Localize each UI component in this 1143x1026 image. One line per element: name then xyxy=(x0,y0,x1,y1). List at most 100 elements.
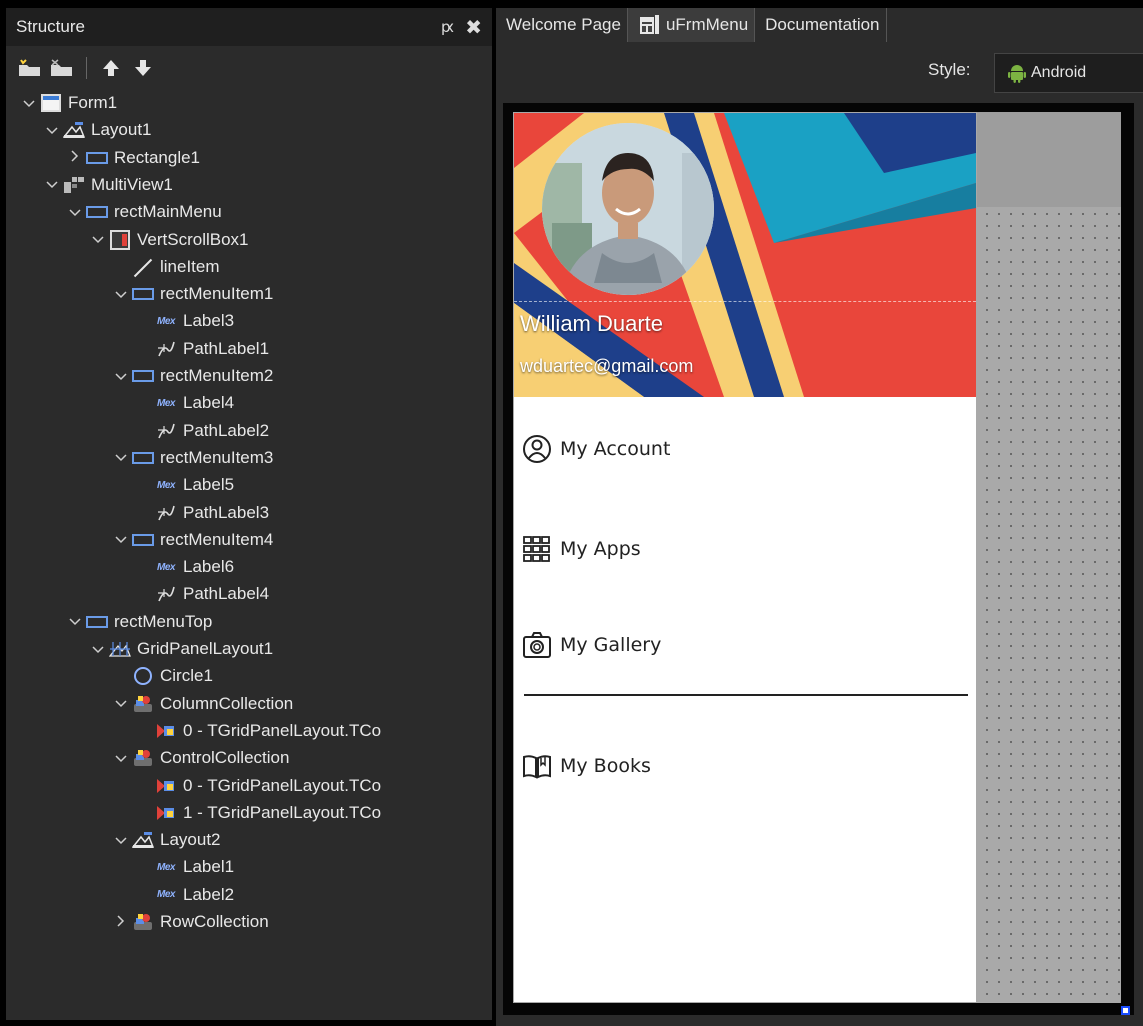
chevron-right-icon[interactable] xyxy=(68,150,82,165)
chevron-down-icon[interactable] xyxy=(45,177,59,192)
tree-node-label: rectMenuTop xyxy=(114,611,213,631)
tree-node-controlcollection[interactable]: ControlCollection xyxy=(114,745,289,771)
vertscrollbox-icon xyxy=(109,229,131,250)
chevron-down-icon[interactable] xyxy=(114,369,128,384)
tree-node-label: rectMenuItem3 xyxy=(160,447,274,467)
tree-node-columncollection[interactable]: ColumnCollection xyxy=(114,691,293,717)
chevron-down-icon[interactable] xyxy=(91,232,105,247)
chevron-down-icon[interactable] xyxy=(114,751,128,766)
tree-node-rectmenuitem1[interactable]: rectMenuItem1 xyxy=(114,281,273,307)
avatar[interactable] xyxy=(542,123,714,295)
tree-node-rectmainmenu[interactable]: rectMainMenu xyxy=(68,199,222,225)
line-icon xyxy=(132,258,154,276)
tree-node-label: RowCollection xyxy=(160,912,269,931)
tree-node-rowcollection[interactable]: RowCollection xyxy=(114,909,269,935)
chevron-down-icon[interactable] xyxy=(114,287,128,302)
tree-node-pathlabel2[interactable]: PathLabel2 xyxy=(137,418,269,444)
chevron-down-icon[interactable] xyxy=(45,123,59,138)
rectangle-icon xyxy=(86,149,108,167)
tree-node-multiview1[interactable]: MultiView1 xyxy=(45,172,173,198)
tree-node-rectmenutop[interactable]: rectMenuTop xyxy=(68,609,212,635)
tree-node-rectmenuitem4[interactable]: rectMenuItem4 xyxy=(114,527,273,553)
tree-node-label: Form1 xyxy=(68,93,118,112)
tree-node-layout1[interactable]: Layout1 xyxy=(45,117,152,143)
tree-node-vertscrollbox1[interactable]: VertScrollBox1 xyxy=(91,227,249,253)
user-name-label: William Duarte xyxy=(520,311,664,336)
tree-node-pathlabel4[interactable]: PathLabel4 xyxy=(137,581,269,607)
tree-node-rectangle1[interactable]: Rectangle1 xyxy=(68,145,200,171)
chevron-down-icon[interactable] xyxy=(68,205,82,220)
chevron-down-icon[interactable] xyxy=(114,696,128,711)
android-icon xyxy=(1007,63,1027,83)
tree-node-label: Label1 xyxy=(183,857,235,877)
delete-item-icon[interactable] xyxy=(48,55,76,81)
tab-documentation[interactable]: Documentation xyxy=(755,8,887,42)
tree-node-label: PathLabel1 xyxy=(183,338,270,358)
menu-item-label: My Books xyxy=(560,755,651,777)
chevron-down-icon[interactable] xyxy=(91,642,105,657)
side-menu-preview[interactable]: William Duarte wduartec@gmail.com My Acc… xyxy=(514,113,976,1002)
tree-node-label: Label4 xyxy=(183,393,235,413)
tree-node-label: 0 - TGridPanelLayout.TCo xyxy=(183,775,382,795)
tab-welcome-page[interactable]: Welcome Page xyxy=(496,8,628,42)
tree-node-label6[interactable]: Mex Label6 xyxy=(137,554,234,580)
tree-node-form1[interactable]: Form1 xyxy=(22,90,117,116)
tree-node-0-tgridpanellayout-tco[interactable]: 0 - TGridPanelLayout.TCo xyxy=(137,718,381,744)
menu-item-my-gallery[interactable]: My Gallery xyxy=(522,625,661,665)
menu-item-my-apps[interactable]: My Apps xyxy=(522,529,641,569)
tree-node-0-tgridpanellayout-tco[interactable]: 0 - TGridPanelLayout.TCo xyxy=(137,773,381,799)
style-select[interactable]: Android xyxy=(994,53,1143,93)
tree-node-1-tgridpanellayout-tco[interactable]: 1 - TGridPanelLayout.TCo xyxy=(137,800,381,826)
chevron-down-icon[interactable] xyxy=(114,532,128,547)
chevron-down-icon[interactable] xyxy=(68,614,82,629)
tree-node-label2[interactable]: Mex Label2 xyxy=(137,882,234,908)
move-down-icon[interactable] xyxy=(129,55,157,81)
menu-header[interactable]: William Duarte wduartec@gmail.com xyxy=(514,113,976,397)
rectangle-icon xyxy=(86,203,108,221)
tree-node-label5[interactable]: Mex Label5 xyxy=(137,472,234,498)
tree-node-label: Label6 xyxy=(183,557,235,577)
chevron-right-icon[interactable] xyxy=(114,914,128,930)
tree-node-label: Label5 xyxy=(183,475,235,495)
tree-node-pathlabel3[interactable]: PathLabel3 xyxy=(137,500,269,526)
tree-node-label: 0 - TGridPanelLayout.TCo xyxy=(183,720,382,740)
chevron-down-icon[interactable] xyxy=(22,96,36,111)
rectangle-icon xyxy=(132,531,154,549)
collection-item-icon xyxy=(155,777,177,795)
pin-icon[interactable]: ԗ xyxy=(441,18,454,36)
tree-node-layout2[interactable]: Layout2 xyxy=(114,827,221,853)
menu-item-my-account[interactable]: My Account xyxy=(522,429,670,469)
chevron-down-icon[interactable] xyxy=(114,833,128,848)
circle-icon xyxy=(132,667,154,686)
tree-node-label: Circle1 xyxy=(160,666,213,686)
structure-title: Structure xyxy=(16,17,85,36)
tree-node-gridpanellayout1[interactable]: GridPanelLayout1 xyxy=(91,636,273,662)
menu-item-my-books[interactable]: My Books xyxy=(522,746,651,786)
tree-node-label4[interactable]: Mex Label4 xyxy=(137,390,234,416)
rectangle-icon xyxy=(132,449,154,467)
tree-node-pathlabel1[interactable]: PathLabel1 xyxy=(137,336,269,362)
chevron-down-icon[interactable] xyxy=(114,450,128,465)
pathlabel-icon xyxy=(155,422,177,440)
tree-node-label: Label3 xyxy=(183,311,235,331)
tree-node-label3[interactable]: Mex Label3 xyxy=(137,308,234,334)
resize-handle[interactable] xyxy=(1121,1006,1130,1015)
new-item-icon[interactable] xyxy=(16,55,44,81)
tab-ufrmmenu[interactable]: uFrmMenu xyxy=(627,8,756,42)
tree-node-circle1[interactable]: Circle1 xyxy=(114,663,213,689)
tree-node-label: Layout1 xyxy=(91,120,152,140)
tree-node-rectmenuitem2[interactable]: rectMenuItem2 xyxy=(114,363,273,389)
menu-separator-line xyxy=(524,694,968,696)
tree-node-lineitem[interactable]: lineItem xyxy=(114,254,220,280)
form-icon xyxy=(40,94,62,112)
style-select-value: Android xyxy=(1031,64,1087,81)
header-guide-line xyxy=(514,301,976,302)
move-up-icon[interactable] xyxy=(97,55,125,81)
tree-node-label1[interactable]: Mex Label1 xyxy=(137,854,234,880)
tree-node-label: lineItem xyxy=(160,256,220,276)
tree-node-rectmenuitem3[interactable]: rectMenuItem3 xyxy=(114,445,273,471)
tree-node-label: rectMainMenu xyxy=(114,202,222,222)
close-icon[interactable]: ✖ xyxy=(465,15,482,40)
tree-node-label: GridPanelLayout1 xyxy=(137,639,274,658)
tree-node-label: rectMenuItem2 xyxy=(160,366,274,385)
